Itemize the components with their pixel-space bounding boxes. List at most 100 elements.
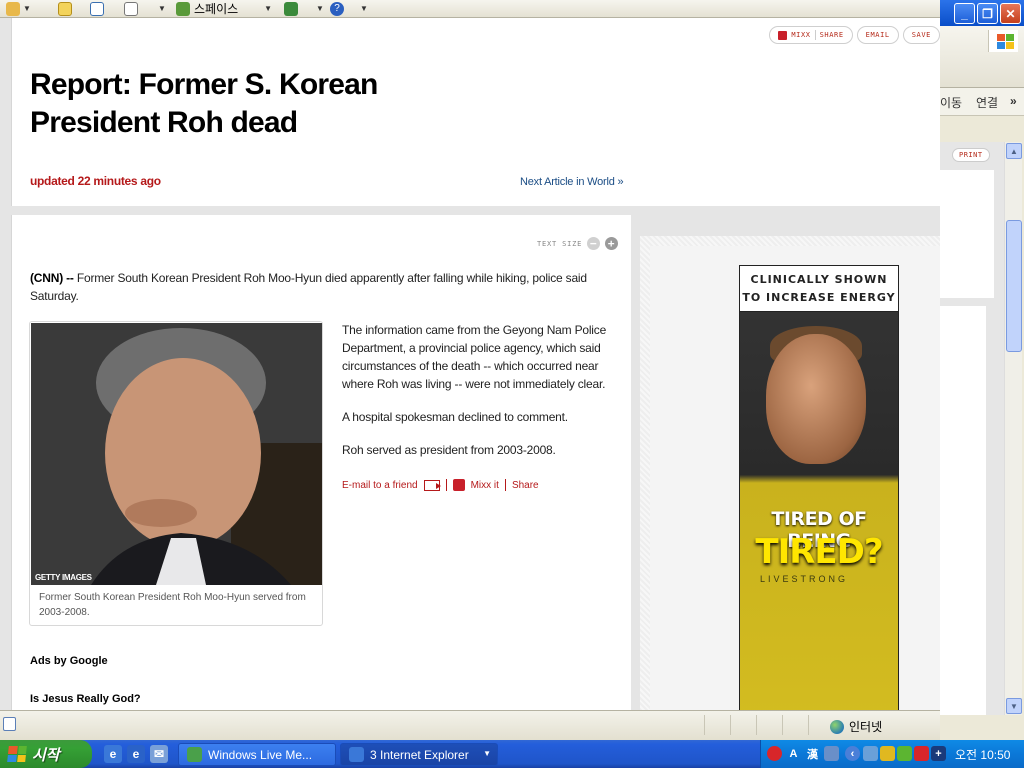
banner-line-2: TO INCREASE ENERGY <box>742 291 896 304</box>
messenger-tray-icon[interactable] <box>897 746 912 761</box>
article-page: MIXX SHARE EMAIL SAVE Report: Former S. … <box>0 18 940 710</box>
banner-header: CLINICALLY SHOWN TO INCREASE ENERGY <box>740 266 898 312</box>
shield-icon[interactable] <box>914 746 929 761</box>
ads-label: Ads by Google <box>30 655 108 667</box>
security-icon[interactable] <box>880 746 895 761</box>
headline-line-2: President Roh dead <box>30 106 298 139</box>
share-link[interactable]: Share <box>512 480 539 491</box>
paragraph: Roh served as president from 2003-2008. <box>342 443 556 457</box>
spaces-button[interactable]: 스페이스 ▼ <box>176 1 272 16</box>
messenger-icon <box>187 747 202 762</box>
article-header: MIXX SHARE EMAIL SAVE Report: Former S. … <box>11 18 940 206</box>
ime-icon[interactable] <box>767 746 782 761</box>
taskbar-item-messenger[interactable]: Windows Live Me... <box>178 743 336 766</box>
window-titlebar: _ ❐ ✕ <box>940 0 1024 26</box>
print-button[interactable]: PRINT <box>952 148 990 162</box>
background-panel <box>940 170 994 298</box>
taskbar-item-ie[interactable]: 3 Internet Explorer ▼ <box>340 743 498 766</box>
ie-quicklaunch-icon[interactable]: e <box>104 745 122 763</box>
photo-box: GETTY IMAGES Former South Korean Preside… <box>29 321 323 626</box>
email-friend-link[interactable]: E-mail to a friend <box>342 480 418 491</box>
ad-link[interactable]: Is Jesus Really God? <box>30 693 141 705</box>
security-zone[interactable]: 인터넷 <box>830 718 882 735</box>
lead-text: Former South Korean President Roh Moo-Hy… <box>30 271 587 303</box>
mixx-icon <box>778 30 788 40</box>
vertical-scrollbar[interactable]: ▲ ▼ <box>1004 142 1022 715</box>
help-icon[interactable]: ? ▼ <box>330 1 368 16</box>
edit-icon[interactable] <box>58 1 72 16</box>
page-icon[interactable]: ▼ <box>124 1 166 16</box>
lead-paragraph: (CNN) -- Former South Korean President R… <box>30 269 615 305</box>
banner-brand: LIVESTRONG <box>760 574 849 584</box>
share-bar: MIXX SHARE EMAIL SAVE <box>769 26 940 44</box>
messenger-icon[interactable]: ▼ <box>284 1 324 16</box>
scroll-down-icon[interactable]: ▼ <box>1006 698 1022 714</box>
chevron-down-icon: ▼ <box>483 749 491 758</box>
status-pane <box>782 715 783 735</box>
portrait-image <box>31 323 322 585</box>
background-toolbar <box>940 26 1024 88</box>
background-panel <box>940 306 986 715</box>
ad-banner[interactable]: CLINICALLY SHOWN TO INCREASE ENERGY TIRE… <box>739 265 899 710</box>
photo-credit: GETTY IMAGES <box>35 573 92 582</box>
article-actions: E-mail to a friend Mixx it Share <box>342 479 539 491</box>
mixx-button[interactable]: MIXX <box>791 31 810 39</box>
windows-flag-icon <box>7 746 27 762</box>
ime-mode-icon[interactable]: A <box>786 746 801 761</box>
windows-logo-icon <box>988 30 1018 52</box>
minimize-button[interactable]: _ <box>954 3 975 24</box>
email-quicklaunch-icon[interactable]: ✉ <box>150 745 168 763</box>
mixx-share-pill: MIXX SHARE <box>769 26 853 44</box>
hanja-icon[interactable]: 漢 <box>805 746 820 761</box>
text-smaller-icon[interactable]: − <box>587 237 601 250</box>
paragraph: A hospital spokesman declined to comment… <box>342 410 568 424</box>
spaces-icon <box>176 1 190 16</box>
links-bar: 이동 연결 » <box>940 88 1024 116</box>
ie-tools-icon[interactable]: ▼ <box>6 1 31 16</box>
mixx-link[interactable]: Mixx it <box>471 480 499 491</box>
status-pane <box>756 715 757 735</box>
zone-label: 인터넷 <box>849 720 883 734</box>
ie-icon <box>349 747 364 762</box>
photo-caption: Former South Korean President Roh Moo-Hy… <box>39 592 306 618</box>
globe-icon <box>830 719 844 734</box>
links-button[interactable]: 연결 <box>976 94 998 111</box>
divider <box>814 30 816 40</box>
save-button[interactable]: SAVE <box>902 26 940 44</box>
text-size-label: TEXT SIZE <box>537 239 583 248</box>
banner-line-1: CLINICALLY SHOWN <box>750 273 888 286</box>
start-button[interactable]: 시작 <box>0 740 92 768</box>
email-button[interactable]: EMAIL <box>856 26 899 44</box>
close-button[interactable]: ✕ <box>1000 3 1021 24</box>
mixx-icon[interactable] <box>452 479 465 491</box>
ie-quicklaunch-icon[interactable]: e <box>127 745 145 763</box>
notes-icon[interactable] <box>90 1 104 16</box>
status-pane <box>730 715 731 735</box>
banner-image: TIRED OF BEING TIRED? LIVESTRONG <box>740 312 898 710</box>
tray-expand-icon[interactable]: ‹ <box>845 746 860 761</box>
network-icon[interactable] <box>863 746 878 761</box>
scroll-thumb[interactable] <box>1006 220 1022 352</box>
ad-container: CLINICALLY SHOWN TO INCREASE ENERGY TIRE… <box>650 246 940 710</box>
system-tray: A 漢 ‹ + 오전 10:50 <box>760 740 1024 768</box>
browser-toolbar: ▼ ▼ 스페이스 ▼ ▼ ? ▼ <box>0 0 940 18</box>
next-article-link[interactable]: Next Article in World » <box>520 176 624 188</box>
article-photo[interactable]: GETTY IMAGES <box>31 323 322 585</box>
clock[interactable]: 오전 10:50 <box>955 746 1010 763</box>
text-larger-icon[interactable]: + <box>605 237 619 250</box>
page-title: Report: Former S. Korean President Roh d… <box>30 66 410 142</box>
chevron-right-icon[interactable]: » <box>1010 94 1017 108</box>
email-icon[interactable] <box>423 479 441 491</box>
share-button[interactable]: SHARE <box>820 31 844 39</box>
ime-tools-icon[interactable] <box>824 746 839 761</box>
divider <box>504 479 506 491</box>
move-button[interactable]: 이동 <box>940 94 962 111</box>
banner-face <box>766 334 866 464</box>
article-text: The information came from the Geyong Nam… <box>342 321 607 461</box>
ad-column: CLINICALLY SHOWN TO INCREASE ENERGY TIRE… <box>640 236 940 710</box>
scroll-up-icon[interactable]: ▲ <box>1006 143 1022 159</box>
restore-button[interactable]: ❐ <box>977 3 998 24</box>
spaces-label: 스페이스 <box>194 2 239 16</box>
updated-timestamp: updated 22 minutes ago <box>30 174 161 188</box>
tray-app-icon[interactable]: + <box>931 746 946 761</box>
